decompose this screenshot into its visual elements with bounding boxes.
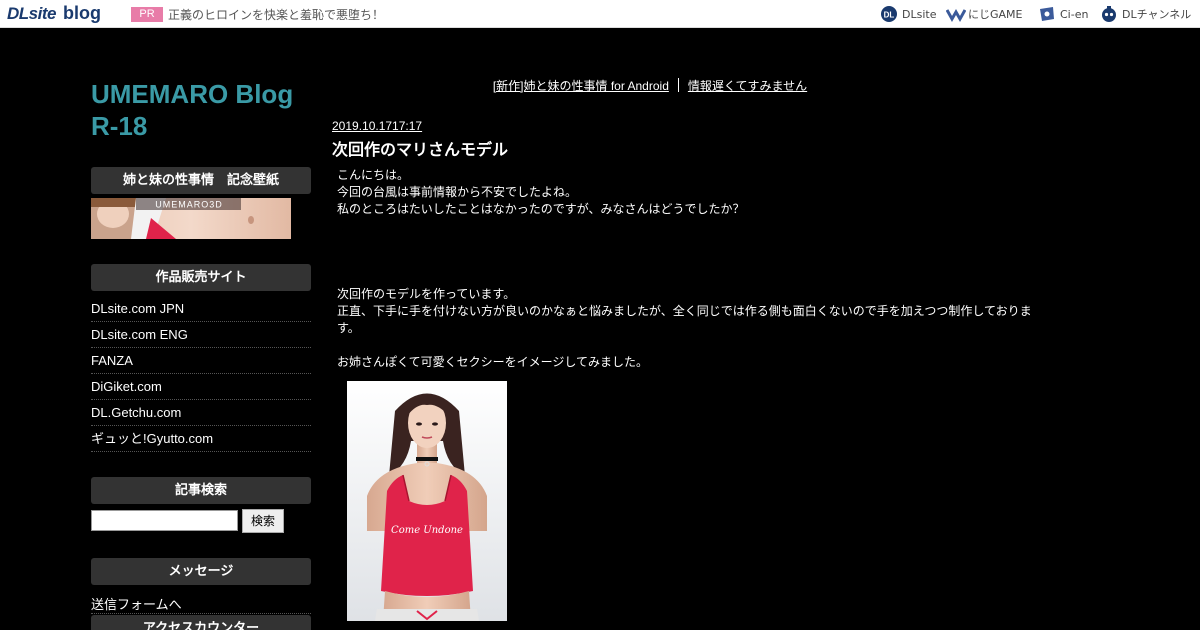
shop-link-gyutto[interactable]: ギュッと!Gyutto.com xyxy=(91,426,311,452)
logo-blog-text: blog xyxy=(62,3,101,23)
service-link-dl-channel[interactable]: DLチャンネル xyxy=(1100,4,1191,24)
pr-ad-link[interactable]: 正義のヒロインを快楽と羞恥で悪堕ち！ xyxy=(168,6,384,23)
message-heading: メッセージ xyxy=(91,558,311,585)
shop-links-list: DLsite.com JPN DLsite.com ENG FANZA DiGi… xyxy=(91,296,311,452)
service-label: DLsite xyxy=(902,7,937,21)
post-paragraph: 私のところはたいしたことはなかったのですが、みなさんはどうでしたか？ xyxy=(337,202,745,216)
service-label: Ci-en xyxy=(1060,7,1089,21)
niji-game-icon xyxy=(945,5,967,23)
shirt-text: Come Undone xyxy=(391,525,463,536)
post-spacer xyxy=(337,337,1037,354)
search-heading: 記事検索 xyxy=(91,477,311,504)
post-title: 次回作のマリさんモデル xyxy=(332,140,509,159)
pr-badge: PR xyxy=(131,7,163,22)
logo-dlsite-text: DLsite xyxy=(7,4,56,23)
banner-text: UMEMARO3D xyxy=(155,200,223,210)
post-paragraph: 今回の台風は事前情報から不安でしたよね。 xyxy=(337,185,578,199)
shop-link-fanza[interactable]: FANZA xyxy=(91,348,311,374)
dl-channel-icon xyxy=(1100,5,1118,23)
dlsite-icon: DL xyxy=(880,5,898,23)
next-article-link[interactable]: 情報遅くてすみません xyxy=(688,79,807,93)
shop-link-getchu[interactable]: DL.Getchu.com xyxy=(91,400,311,426)
shops-heading: 作品販売サイト xyxy=(91,264,311,291)
post-body: こんにちは。 今回の台風は事前情報から不安でしたよね。 私のところはたいしたこと… xyxy=(337,167,1037,371)
wallpaper-heading: 姉と妹の性事情 記念壁紙 xyxy=(91,167,311,194)
service-label: にじGAME xyxy=(968,8,1023,21)
post-paragraph: こんにちは。 xyxy=(337,168,410,182)
service-link-niji-game[interactable]: にじGAME xyxy=(945,4,1023,24)
dlsite-blog-header: DLsite blog PR 正義のヒロインを快楽と羞恥で悪堕ち！ DL DLs… xyxy=(0,0,1200,28)
post-paragraph: 正直、下手に手を付けない方が良いのかなぁと悩みましたが、全く同じでは作る側も面白… xyxy=(337,304,1032,335)
dlsite-blog-logo[interactable]: DLsite blog xyxy=(7,3,101,25)
post-date[interactable]: 2019.10.1717:17 xyxy=(332,119,422,133)
search-input[interactable] xyxy=(91,510,238,531)
post-image-model-render[interactable]: Come Undone xyxy=(347,381,507,621)
service-link-ci-en[interactable]: Ci-en xyxy=(1038,4,1088,24)
shop-link-dlsite-jpn[interactable]: DLsite.com JPN xyxy=(91,296,311,322)
article-nav: [新作]姉と妹の性事情 for Android 情報遅くてすみません xyxy=(332,77,968,94)
prev-article-link[interactable]: [新作]姉と妹の性事情 for Android xyxy=(493,79,669,93)
wallpaper-banner[interactable]: UMEMARO3D xyxy=(91,198,291,239)
service-label: DLチャンネル xyxy=(1122,8,1192,21)
search-button[interactable]: 検索 xyxy=(242,509,284,533)
access-counter-heading: アクセスカウンター xyxy=(91,615,311,630)
message-form-link[interactable]: 送信フォームへ xyxy=(91,594,311,614)
service-link-dlsite[interactable]: DL DLsite xyxy=(880,4,936,24)
shop-link-digiket[interactable]: DiGiket.com xyxy=(91,374,311,400)
post-spacer xyxy=(337,218,1037,286)
shop-link-dlsite-eng[interactable]: DLsite.com ENG xyxy=(91,322,311,348)
nav-divider xyxy=(677,78,679,92)
blog-title[interactable]: UMEMARO Blog R-18 xyxy=(91,78,316,142)
post-paragraph: お姉さんぽくて可愛くセクシーをイメージしてみました。 xyxy=(337,355,649,369)
ci-en-icon xyxy=(1038,5,1056,23)
svg-text:DL: DL xyxy=(884,11,895,20)
post-paragraph: 次回作のモデルを作っています。 xyxy=(337,287,516,301)
